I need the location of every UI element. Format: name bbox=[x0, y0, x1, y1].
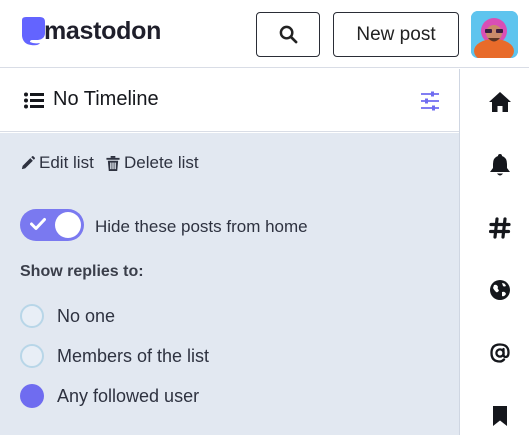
at-icon bbox=[490, 343, 510, 363]
delete-list-label: Delete list bbox=[124, 153, 199, 172]
list-column: No Timeline Edit list Delete list Hide t… bbox=[0, 69, 460, 435]
edit-list-label: Edit list bbox=[39, 153, 94, 172]
avatar-image bbox=[471, 11, 518, 58]
column-header: No Timeline bbox=[0, 69, 459, 132]
list-icon bbox=[24, 92, 44, 109]
hashtag-icon bbox=[489, 217, 511, 239]
toggle-knob bbox=[55, 212, 81, 238]
radio-button-selected[interactable] bbox=[20, 384, 44, 408]
radio-button[interactable] bbox=[20, 304, 44, 328]
nav-mentions[interactable] bbox=[487, 340, 513, 366]
radio-option-no-one[interactable]: No one bbox=[20, 304, 115, 328]
check-icon bbox=[30, 218, 46, 230]
new-post-button[interactable]: New post bbox=[333, 12, 459, 57]
nav-federated[interactable] bbox=[487, 277, 513, 303]
hide-from-home-label: Hide these posts from home bbox=[95, 217, 308, 236]
globe-icon bbox=[490, 280, 510, 300]
trash-icon bbox=[106, 155, 120, 171]
logo-text: mastodon bbox=[44, 16, 162, 45]
home-icon bbox=[489, 92, 511, 112]
nav-explore[interactable] bbox=[487, 215, 513, 241]
pencil-icon bbox=[21, 155, 35, 169]
radio-button[interactable] bbox=[20, 344, 44, 368]
replies-heading: Show replies to: bbox=[20, 263, 144, 280]
radio-label: Members of the list bbox=[57, 345, 210, 366]
top-header: mastodon New post bbox=[0, 0, 529, 68]
bell-icon bbox=[490, 154, 510, 176]
radio-label: Any followed user bbox=[57, 385, 200, 406]
mastodon-logo[interactable]: mastodon bbox=[18, 16, 161, 46]
search-icon bbox=[279, 25, 297, 44]
sliders-icon[interactable] bbox=[419, 90, 441, 112]
nav-home[interactable] bbox=[487, 89, 513, 115]
avatar[interactable] bbox=[471, 11, 518, 58]
radio-option-members[interactable]: Members of the list bbox=[20, 344, 209, 368]
nav-bookmarks[interactable] bbox=[487, 403, 513, 429]
nav-notifications[interactable] bbox=[487, 152, 513, 178]
delete-list-button[interactable]: Delete list bbox=[106, 153, 199, 173]
radio-label: No one bbox=[57, 305, 116, 326]
edit-list-button[interactable]: Edit list bbox=[20, 153, 94, 173]
radio-option-followed[interactable]: Any followed user bbox=[20, 384, 199, 408]
column-title: No Timeline bbox=[53, 88, 159, 110]
bookmark-icon bbox=[493, 406, 507, 426]
right-navigation bbox=[461, 69, 529, 435]
list-settings-panel: Edit list Delete list Hide these posts f… bbox=[0, 133, 459, 435]
search-button[interactable] bbox=[256, 12, 320, 57]
hide-from-home-toggle[interactable] bbox=[20, 209, 84, 241]
